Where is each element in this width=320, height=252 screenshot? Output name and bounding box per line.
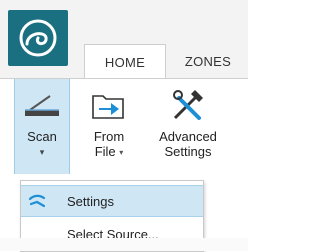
from-file-line1: From bbox=[93, 129, 125, 144]
tab-home[interactable]: HOME bbox=[84, 44, 166, 79]
scan-button[interactable]: Scan ▾ bbox=[14, 79, 70, 174]
from-file-button[interactable]: From File ▾ bbox=[84, 79, 134, 174]
menu-item-label: Settings bbox=[67, 193, 114, 209]
tab-zones-label: ZONES bbox=[184, 53, 232, 69]
app-logo[interactable] bbox=[8, 10, 68, 66]
chevron-down-icon[interactable]: ▾ bbox=[40, 147, 45, 158]
ribbon: Scan ▾ From File ▾ Advanced Settings bbox=[0, 78, 248, 174]
scanner-icon bbox=[25, 95, 59, 116]
tab-home-label: HOME bbox=[104, 54, 146, 70]
tools-icon bbox=[173, 90, 203, 120]
dropdown-caret-icon: ▾ bbox=[119, 148, 124, 158]
scan-label: Scan bbox=[27, 129, 57, 144]
advanced-label-line1: Advanced bbox=[159, 129, 217, 144]
logo-icon bbox=[19, 19, 57, 57]
settings-icon bbox=[21, 193, 55, 209]
advanced-label-line2: Settings bbox=[164, 144, 212, 159]
background-content bbox=[0, 238, 248, 251]
folder-import-icon bbox=[92, 95, 124, 119]
advanced-settings-button[interactable]: Advanced Settings bbox=[148, 79, 228, 174]
tab-zones[interactable]: ZONES bbox=[168, 44, 248, 78]
menu-item-settings[interactable]: Settings bbox=[21, 185, 203, 217]
from-file-line2: File bbox=[94, 144, 116, 159]
